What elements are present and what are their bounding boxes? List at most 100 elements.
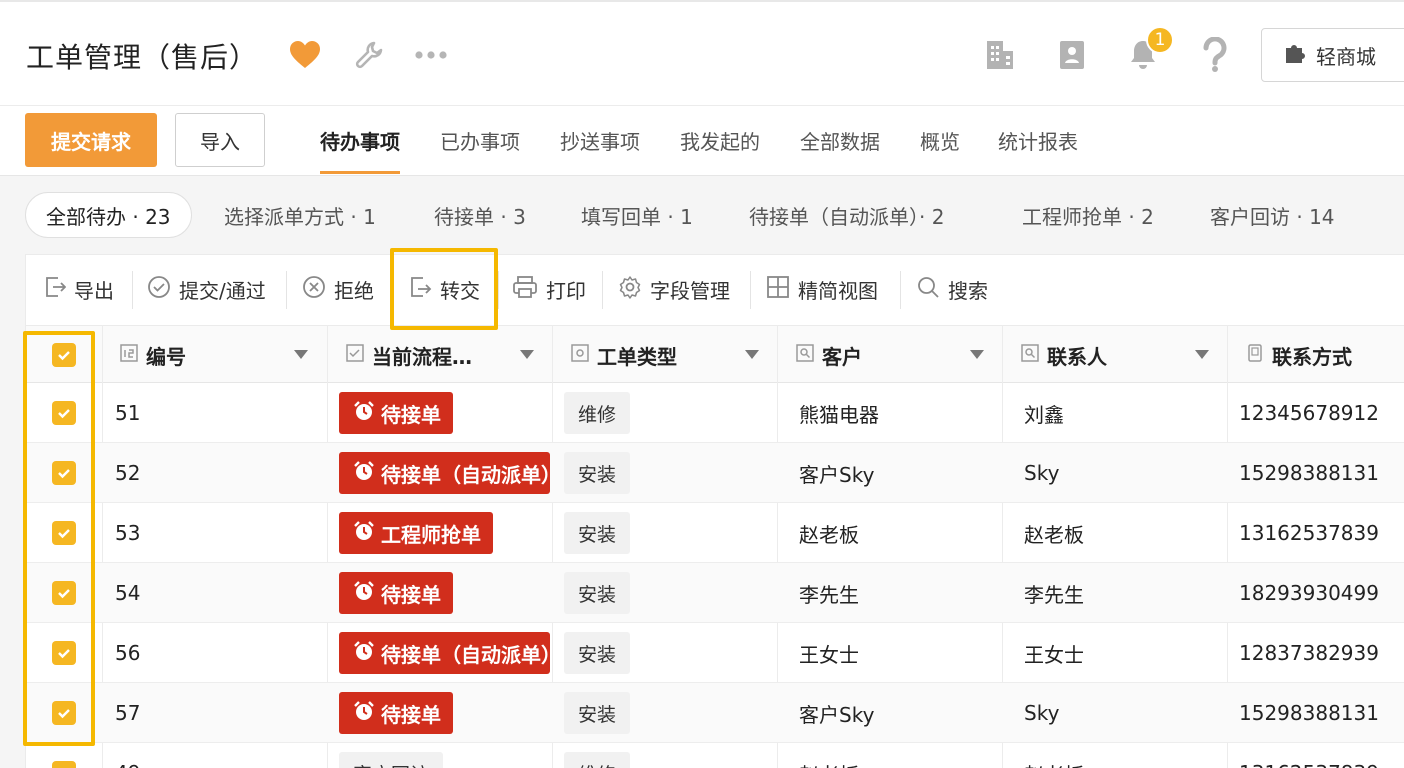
export-button[interactable]: 导出 bbox=[44, 271, 114, 307]
import-button[interactable]: 导入 bbox=[175, 113, 265, 167]
type-tag: 维修 bbox=[564, 752, 631, 768]
cell-contact[interactable]: Sky bbox=[1024, 443, 1059, 503]
wrench-settings-icon[interactable] bbox=[352, 38, 386, 72]
table-row[interactable]: 53 工程师抢单 安装 赵老板 赵老板 13162537839 bbox=[26, 503, 1404, 563]
column-header-id[interactable]: 编号 bbox=[120, 326, 186, 384]
cell-contact[interactable]: Sky bbox=[1024, 683, 1059, 743]
cell-phone: 12345678912 bbox=[1239, 401, 1379, 425]
cell-phone: 15298388131 bbox=[1239, 701, 1379, 725]
status-label: 工程师抢单 bbox=[381, 522, 481, 547]
cell-id: 52 bbox=[115, 461, 141, 485]
grid-view-icon bbox=[766, 275, 790, 304]
filter-pending-accept[interactable]: 待接单 · 3 bbox=[434, 192, 526, 238]
favorite-heart-icon[interactable] bbox=[288, 38, 322, 72]
cell-contact[interactable]: 刘鑫 bbox=[1024, 383, 1064, 443]
cell-phone: 13162537839 bbox=[1239, 743, 1379, 768]
cell-customer[interactable]: 王女士 bbox=[799, 623, 859, 683]
type-tag: 安装 bbox=[564, 572, 631, 614]
cell-customer[interactable]: 客户Sky bbox=[799, 683, 874, 743]
table-row[interactable]: 49 客户回访 维修 赵老板 赵老板 13162537839 bbox=[26, 743, 1404, 768]
contacts-book-icon[interactable] bbox=[1056, 38, 1088, 72]
reject-button[interactable]: 拒绝 bbox=[302, 271, 374, 307]
help-question-icon[interactable] bbox=[1198, 36, 1232, 74]
table-row[interactable]: 56 待接单（自动派单） 安装 王女士 王女士 12837382939 bbox=[26, 623, 1404, 683]
export-icon bbox=[44, 276, 67, 303]
chevron-down-icon[interactable] bbox=[745, 350, 759, 359]
tab-cc[interactable]: 抄送事项 bbox=[560, 126, 640, 174]
status-badge: 待接单 bbox=[339, 572, 453, 614]
cell-customer[interactable]: 熊猫电器 bbox=[799, 383, 879, 443]
chevron-down-icon[interactable] bbox=[970, 350, 984, 359]
cell-id: 51 bbox=[115, 401, 141, 425]
chevron-down-icon[interactable] bbox=[520, 350, 534, 359]
app-header: 工单管理（售后） 1 轻商城 bbox=[0, 0, 1404, 106]
cell-contact[interactable]: 王女士 bbox=[1024, 623, 1084, 683]
table-row[interactable]: 52 待接单（自动派单） 安装 客户Sky Sky 15298388131 bbox=[26, 443, 1404, 503]
submit-approve-label: 提交/通过 bbox=[179, 278, 266, 303]
column-header-type[interactable]: 工单类型 bbox=[571, 326, 677, 384]
column-header-customer[interactable]: 客户 bbox=[796, 326, 862, 384]
compact-view-button[interactable]: 精简视图 bbox=[766, 271, 878, 307]
checkbox-field-icon bbox=[346, 343, 364, 367]
row-checkbox[interactable] bbox=[52, 761, 76, 768]
lookup-field-icon bbox=[796, 343, 814, 367]
cell-type: 维修 bbox=[564, 383, 631, 443]
tab-todo[interactable]: 待办事项 bbox=[320, 126, 400, 174]
cell-type: 安装 bbox=[564, 623, 631, 683]
column-header-contact[interactable]: 联系人 bbox=[1021, 326, 1107, 384]
page-title: 工单管理（售后） bbox=[26, 41, 259, 74]
cell-contact[interactable]: 李先生 bbox=[1024, 563, 1084, 623]
shop-button-label: 轻商城 bbox=[1316, 44, 1376, 69]
cell-customer[interactable]: 客户Sky bbox=[799, 443, 874, 503]
divider bbox=[132, 271, 133, 309]
cell-type: 安装 bbox=[564, 503, 631, 563]
table-row[interactable]: 51 待接单 维修 熊猫电器 刘鑫 12345678912 bbox=[26, 383, 1404, 443]
chevron-down-icon[interactable] bbox=[1195, 350, 1209, 359]
filter-choose-dispatch[interactable]: 选择派单方式 · 1 bbox=[224, 192, 376, 238]
tab-done[interactable]: 已办事项 bbox=[440, 126, 520, 174]
tab-initiated[interactable]: 我发起的 bbox=[680, 126, 760, 174]
type-tag: 安装 bbox=[564, 692, 631, 734]
field-management-button[interactable]: 字段管理 bbox=[618, 271, 730, 307]
type-tag: 维修 bbox=[564, 392, 631, 434]
light-shop-button[interactable]: 轻商城 bbox=[1261, 28, 1404, 82]
search-label: 搜索 bbox=[948, 278, 988, 303]
submit-approve-button[interactable]: 提交/通过 bbox=[147, 271, 266, 307]
filter-auto-dispatch[interactable]: 待接单（自动派单）· 2 bbox=[749, 192, 944, 238]
submit-request-button[interactable]: 提交请求 bbox=[25, 113, 157, 167]
more-options-icon[interactable] bbox=[414, 38, 448, 72]
number-icon bbox=[120, 343, 138, 367]
search-button[interactable]: 搜索 bbox=[916, 271, 988, 307]
filter-fill-receipt[interactable]: 填写回单 · 1 bbox=[581, 192, 693, 238]
cell-process: 待接单 bbox=[339, 683, 550, 743]
cell-contact[interactable]: 赵老板 bbox=[1024, 743, 1084, 768]
filter-engineer-grab[interactable]: 工程师抢单 · 2 bbox=[1022, 192, 1154, 238]
filter-customer-visit[interactable]: 客户回访 · 14 bbox=[1210, 192, 1335, 238]
cell-customer[interactable]: 赵老板 bbox=[799, 743, 859, 768]
cell-process: 待接单（自动派单） bbox=[339, 443, 550, 503]
status-label: 待接单 bbox=[381, 402, 441, 427]
cell-customer[interactable]: 李先生 bbox=[799, 563, 859, 623]
cell-type: 维修 bbox=[564, 743, 631, 768]
type-tag: 安装 bbox=[564, 512, 631, 554]
table-row[interactable]: 57 待接单 安装 客户Sky Sky 15298388131 bbox=[26, 683, 1404, 743]
tab-all-data[interactable]: 全部数据 bbox=[800, 126, 880, 174]
chevron-down-icon[interactable] bbox=[294, 350, 308, 359]
status-badge: 待接单 bbox=[339, 692, 453, 734]
column-header-process[interactable]: 当前流程… bbox=[346, 326, 472, 384]
cell-type: 安装 bbox=[564, 683, 631, 743]
print-button[interactable]: 打印 bbox=[512, 271, 586, 307]
cell-contact[interactable]: 赵老板 bbox=[1024, 503, 1084, 563]
type-tag: 安装 bbox=[564, 452, 631, 494]
table-row[interactable]: 54 待接单 安装 李先生 李先生 18293930499 bbox=[26, 563, 1404, 623]
lookup-field-icon bbox=[1021, 343, 1039, 367]
building-icon[interactable] bbox=[984, 38, 1016, 72]
tab-reports[interactable]: 统计报表 bbox=[998, 126, 1078, 174]
cell-process: 待接单 bbox=[339, 563, 550, 623]
column-header-phone[interactable]: 联系方式 bbox=[1246, 326, 1352, 384]
divider bbox=[498, 271, 499, 309]
search-icon bbox=[916, 275, 940, 304]
tab-overview[interactable]: 概览 bbox=[920, 126, 960, 174]
filter-all-todo[interactable]: 全部待办 · 23 bbox=[25, 192, 192, 238]
cell-customer[interactable]: 赵老板 bbox=[799, 503, 859, 563]
